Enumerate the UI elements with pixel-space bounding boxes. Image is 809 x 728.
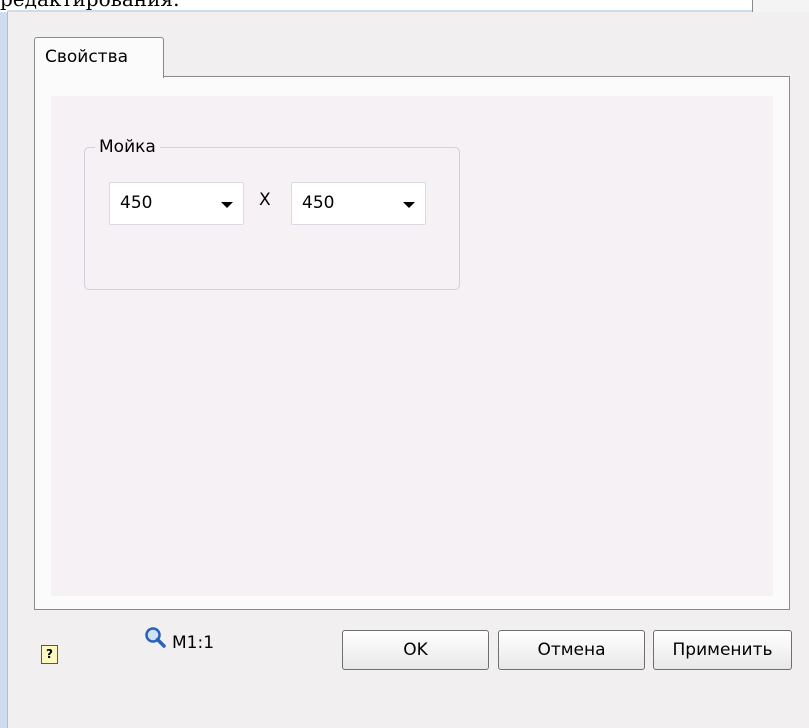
ok-button[interactable]: OK [342, 630, 489, 670]
tab-panel: Мойка 450 X 450 [34, 76, 790, 610]
cancel-button[interactable]: Отмена [498, 630, 645, 670]
tab-properties[interactable]: Свойства [34, 37, 164, 78]
sink-groupbox: Мойка 450 X 450 [84, 137, 460, 290]
dimension-separator: X [259, 190, 271, 210]
dropdown-arrow-icon[interactable] [221, 202, 233, 208]
dropdown-arrow-icon[interactable] [403, 202, 415, 208]
window-top-border [7, 10, 752, 12]
sink-width-combobox[interactable]: 450 [109, 182, 244, 225]
magnifier-icon[interactable] [144, 626, 166, 648]
sink-width-value: 450 [120, 193, 153, 213]
tab-properties-label: Свойства [45, 47, 129, 67]
help-icon[interactable]: ? [41, 645, 58, 664]
apply-button[interactable]: Применить [653, 630, 792, 670]
sink-group-label: Мойка [95, 137, 160, 157]
sink-height-value: 450 [302, 193, 335, 213]
properties-content: Мойка 450 X 450 [51, 96, 773, 596]
sink-height-combobox[interactable]: 450 [291, 182, 426, 225]
window-left-border [0, 12, 8, 728]
scale-label: M1:1 [172, 633, 215, 653]
